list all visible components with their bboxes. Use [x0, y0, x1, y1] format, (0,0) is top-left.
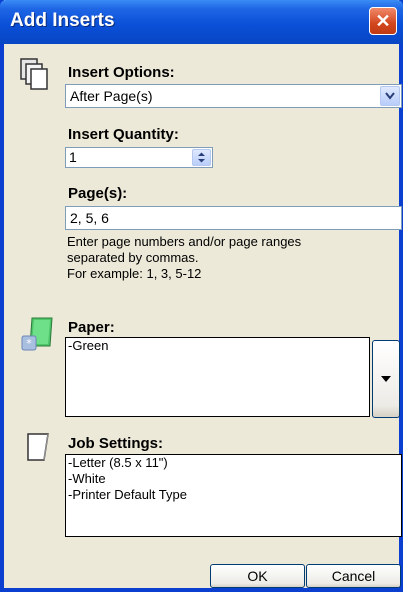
dialog-title: Add Inserts	[10, 10, 115, 31]
title-bar[interactable]: Add Inserts ✕	[0, 0, 403, 44]
insert-quantity-stepper[interactable]: 1	[65, 147, 213, 168]
list-item: -White	[68, 471, 106, 486]
add-inserts-dialog: Add Inserts ✕ Insert Options: After Page…	[0, 0, 403, 592]
insert-options-value: After Page(s)	[70, 88, 153, 104]
insert-options-label: Insert Options:	[68, 64, 175, 81]
chevron-down-icon[interactable]	[380, 86, 400, 106]
list-item: -Printer Default Type	[68, 487, 187, 502]
paper-dropdown-button[interactable]	[372, 340, 400, 418]
svg-text:*: *	[26, 337, 32, 350]
paper-list[interactable]: -Green	[65, 337, 370, 417]
spin-arrows-icon[interactable]	[192, 149, 211, 166]
pages-input[interactable]: 2, 5, 6	[65, 206, 402, 230]
pages-hint-line: Enter page numbers and/or page ranges	[67, 234, 302, 249]
dialog-body: Insert Options: After Page(s) Insert Qua…	[4, 44, 402, 588]
insert-quantity-label: Insert Quantity:	[68, 126, 179, 143]
caret-down-icon	[381, 376, 391, 382]
insert-options-select[interactable]: After Page(s)	[65, 84, 402, 108]
paper-swatch-icon: *	[20, 316, 54, 361]
close-button[interactable]: ✕	[369, 7, 397, 35]
paper-label: Paper:	[68, 319, 115, 336]
page-stack-icon	[20, 58, 52, 97]
cancel-button[interactable]: Cancel	[306, 564, 401, 588]
close-icon: ✕	[375, 10, 391, 31]
blank-page-icon	[26, 432, 50, 467]
pages-value: 2, 5, 6	[70, 210, 109, 226]
pages-hint-line: For example: 1, 3, 5-12	[67, 266, 202, 281]
pages-label: Page(s):	[68, 185, 128, 202]
pages-hint: Enter page numbers and/or page ranges se…	[67, 234, 397, 282]
ok-button[interactable]: OK	[210, 564, 305, 588]
job-settings-label: Job Settings:	[68, 435, 164, 452]
insert-quantity-value: 1	[69, 149, 77, 165]
pages-hint-line: separated by commas.	[67, 250, 199, 265]
job-settings-list: -Letter (8.5 x 11") -White -Printer Defa…	[65, 454, 402, 537]
list-item: -Letter (8.5 x 11")	[68, 455, 168, 470]
list-item[interactable]: -Green	[66, 338, 369, 354]
